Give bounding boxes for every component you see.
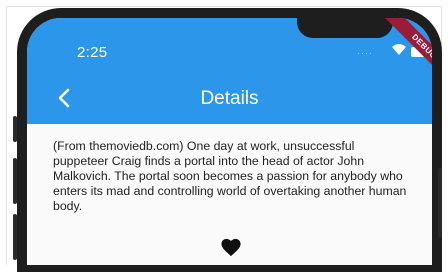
movie-overview: (From themoviedb.com) One day at work, u… (53, 139, 407, 213)
favorite-button[interactable] (220, 237, 242, 257)
volume-up-button (13, 158, 17, 204)
device-notch (297, 18, 393, 38)
page-title: Details (200, 88, 259, 109)
power-button (438, 168, 442, 238)
heart-icon (221, 238, 241, 257)
mute-switch (13, 116, 17, 142)
status-time: 2:25 (77, 44, 108, 61)
wifi-icon (392, 44, 406, 55)
app-screen: 2:25 ···· DEBUG Details (From themoviedb… (27, 18, 432, 265)
signal-dots: ···· (357, 48, 373, 58)
volume-down-button (13, 214, 17, 260)
